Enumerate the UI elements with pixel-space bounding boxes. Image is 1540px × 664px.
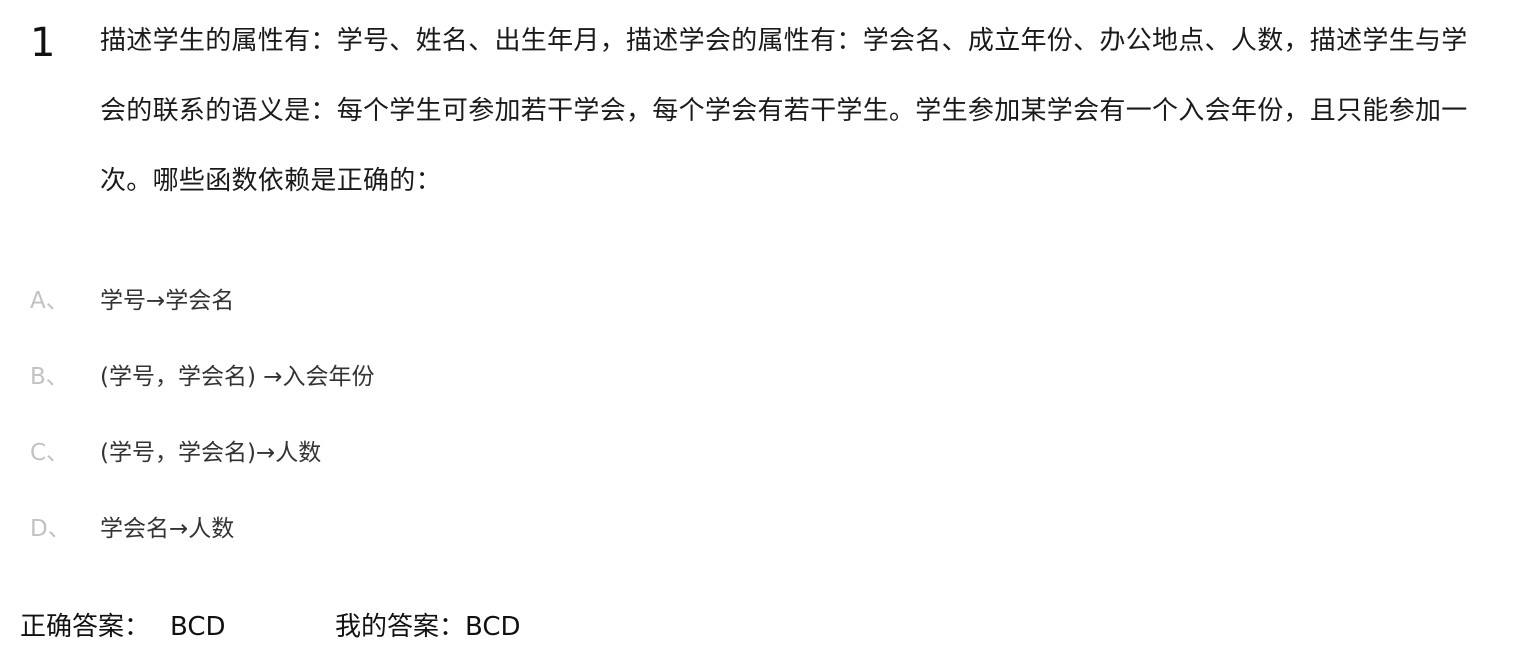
option-letter: B、 <box>30 364 69 390</box>
option-text: 学会名→人数 <box>100 516 235 542</box>
answer-bar: 正确答案： BCD 我的答案： BCD <box>20 605 521 649</box>
question-number: 1 <box>30 20 56 66</box>
option-list: A、 学号→学会名 B、 (学号，学会名) →入会年份 C、 (学号，学会名)→… <box>30 260 1490 564</box>
option-text: (学号，学会名)→人数 <box>100 440 322 466</box>
option-b[interactable]: B、 (学号，学会名) →入会年份 <box>30 336 1490 412</box>
option-letter: A、 <box>30 288 69 314</box>
correct-answer-value: BCD <box>170 612 226 642</box>
question-text: 描述学生的属性有：学号、姓名、出生年月，描述学会的属性有：学会名、成立年份、办公… <box>100 26 1468 196</box>
my-answer-value: BCD <box>465 612 521 642</box>
option-d[interactable]: D、 学会名→人数 <box>30 488 1490 564</box>
correct-answer: 正确答案： BCD <box>20 605 335 649</box>
option-letter: D、 <box>30 516 71 542</box>
my-answer: 我的答案： BCD <box>335 605 521 649</box>
correct-answer-label: 正确答案： <box>20 612 151 642</box>
option-text: (学号，学会名) →入会年份 <box>100 364 375 390</box>
option-letter: C、 <box>30 440 70 466</box>
option-text: 学号→学会名 <box>100 288 235 314</box>
option-a[interactable]: A、 学号→学会名 <box>30 260 1490 336</box>
my-answer-label: 我的答案： <box>335 612 466 642</box>
option-c[interactable]: C、 (学号，学会名)→人数 <box>30 412 1490 488</box>
